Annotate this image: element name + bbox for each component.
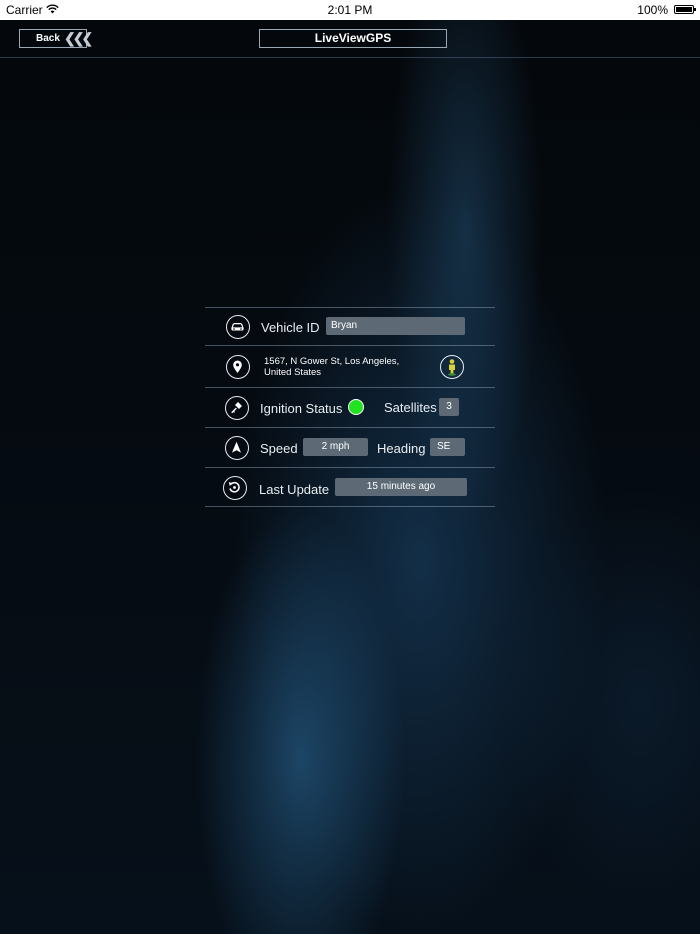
panel-bottom-divider [205,506,495,507]
last-update-value: 15 minutes ago [335,478,467,496]
status-bar: Carrier 2:01 PM 100% [0,0,700,20]
speed-label: Speed [260,441,298,456]
speed-value: 2 mph [303,438,368,456]
location-pin-icon [226,355,250,379]
satellites-label: Satellites [384,400,437,415]
street-view-person-icon [448,359,456,376]
ignition-status-indicator [348,399,364,415]
street-view-button[interactable] [440,355,464,379]
clock: 2:01 PM [327,3,373,17]
vehicle-id-label: Vehicle ID [261,320,320,335]
double-chevron-left-icon: ❮❮❮ [64,30,93,46]
refresh-icon [223,476,247,500]
ignition-row: Ignition Status Satellites 3 [205,387,495,428]
address-text: 1567, N Gower St, Los Angeles, United St… [264,356,400,378]
navigation-arrow-icon [225,436,249,460]
battery-icon [674,5,696,14]
back-button[interactable]: Back ❮❮❮ [19,29,93,48]
last-update-label: Last Update [259,482,330,497]
vehicle-id-value: Bryan [326,317,465,335]
satellites-value: 3 [439,398,459,416]
heading-value: SE [430,438,465,456]
ignition-status-label: Ignition Status [260,401,343,416]
page-title: LiveViewGPS [259,29,447,48]
battery-percent: 100% [637,3,668,17]
speed-row: Speed 2 mph Heading SE [205,427,495,468]
car-icon [226,315,250,339]
nav-bar: Back ❮❮❮ LiveViewGPS [0,20,700,58]
heading-label: Heading [377,441,426,456]
key-icon [225,396,249,420]
back-button-label: Back [36,33,60,44]
vehicle-id-row: Vehicle ID Bryan [205,307,495,346]
address-row: 1567, N Gower St, Los Angeles, United St… [205,345,495,388]
last-update-row: Last Update 15 minutes ago [205,467,495,507]
